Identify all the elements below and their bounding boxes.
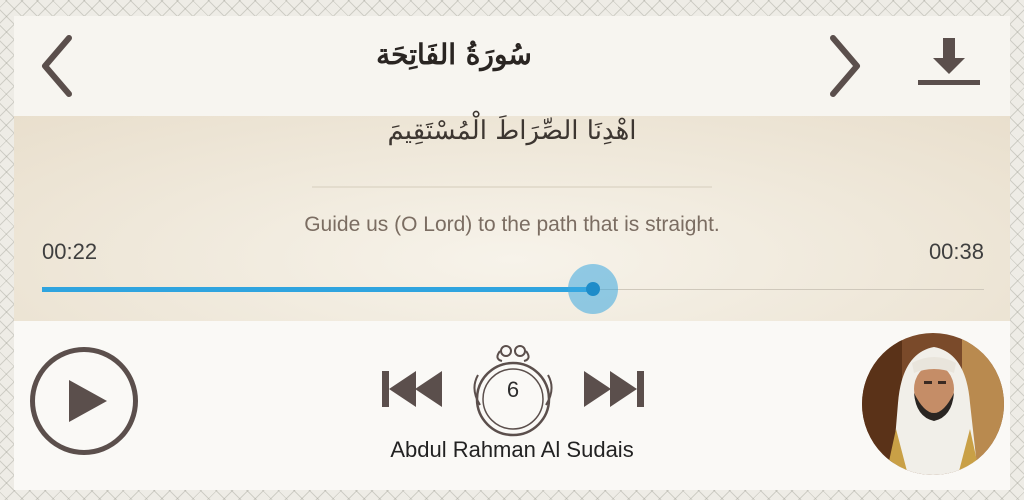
- download-icon: [918, 38, 980, 85]
- chevron-right-icon: [830, 35, 860, 97]
- playback-controls: 6 Abdul Rahman Al Sudais: [14, 321, 1010, 490]
- previous-surah-button[interactable]: [32, 34, 82, 98]
- verse-divider: [312, 186, 712, 188]
- reciter-name: Abdul Rahman Al Sudais: [390, 437, 634, 462]
- header-bar: سُورَةُ الفَاتِحَة: [14, 16, 1010, 116]
- verse-arabic-text: اهْدِنَا الصِّرَاطَ الْمُسْتَقِيمَ: [387, 116, 637, 146]
- seek-bar-thumb[interactable]: [568, 264, 619, 314]
- player-screen: سُورَةُ الفَاتِحَة اهْدِنَا الصِّرَاطَ ا…: [14, 16, 1010, 490]
- reciter-avatar[interactable]: [862, 333, 1004, 475]
- skip-next-button[interactable]: [580, 369, 646, 409]
- next-surah-button[interactable]: [820, 34, 870, 98]
- repeat-count: 6: [506, 377, 520, 402]
- reciter-photo: [862, 333, 1004, 475]
- seek-bar[interactable]: [42, 264, 984, 314]
- total-time: 00:38: [928, 239, 984, 264]
- skip-previous-button[interactable]: [380, 369, 446, 409]
- elapsed-time: 00:22: [42, 239, 98, 264]
- skip-previous-icon: [382, 371, 442, 407]
- skip-next-icon: [584, 371, 644, 407]
- verse-translation-text: Guide us (O Lord) to the path that is st…: [304, 213, 720, 236]
- verse-panel: اهْدِنَا الصِّرَاطَ الْمُسْتَقِيمَ Guide…: [14, 116, 1010, 321]
- repeat-counter[interactable]: 6: [464, 343, 562, 441]
- chevron-left-icon: [42, 35, 72, 97]
- play-icon: [69, 380, 107, 422]
- download-button[interactable]: [914, 30, 984, 94]
- seek-bar-progress: [42, 287, 594, 292]
- surah-title: سُورَةُ الفَاتِحَة: [376, 38, 532, 71]
